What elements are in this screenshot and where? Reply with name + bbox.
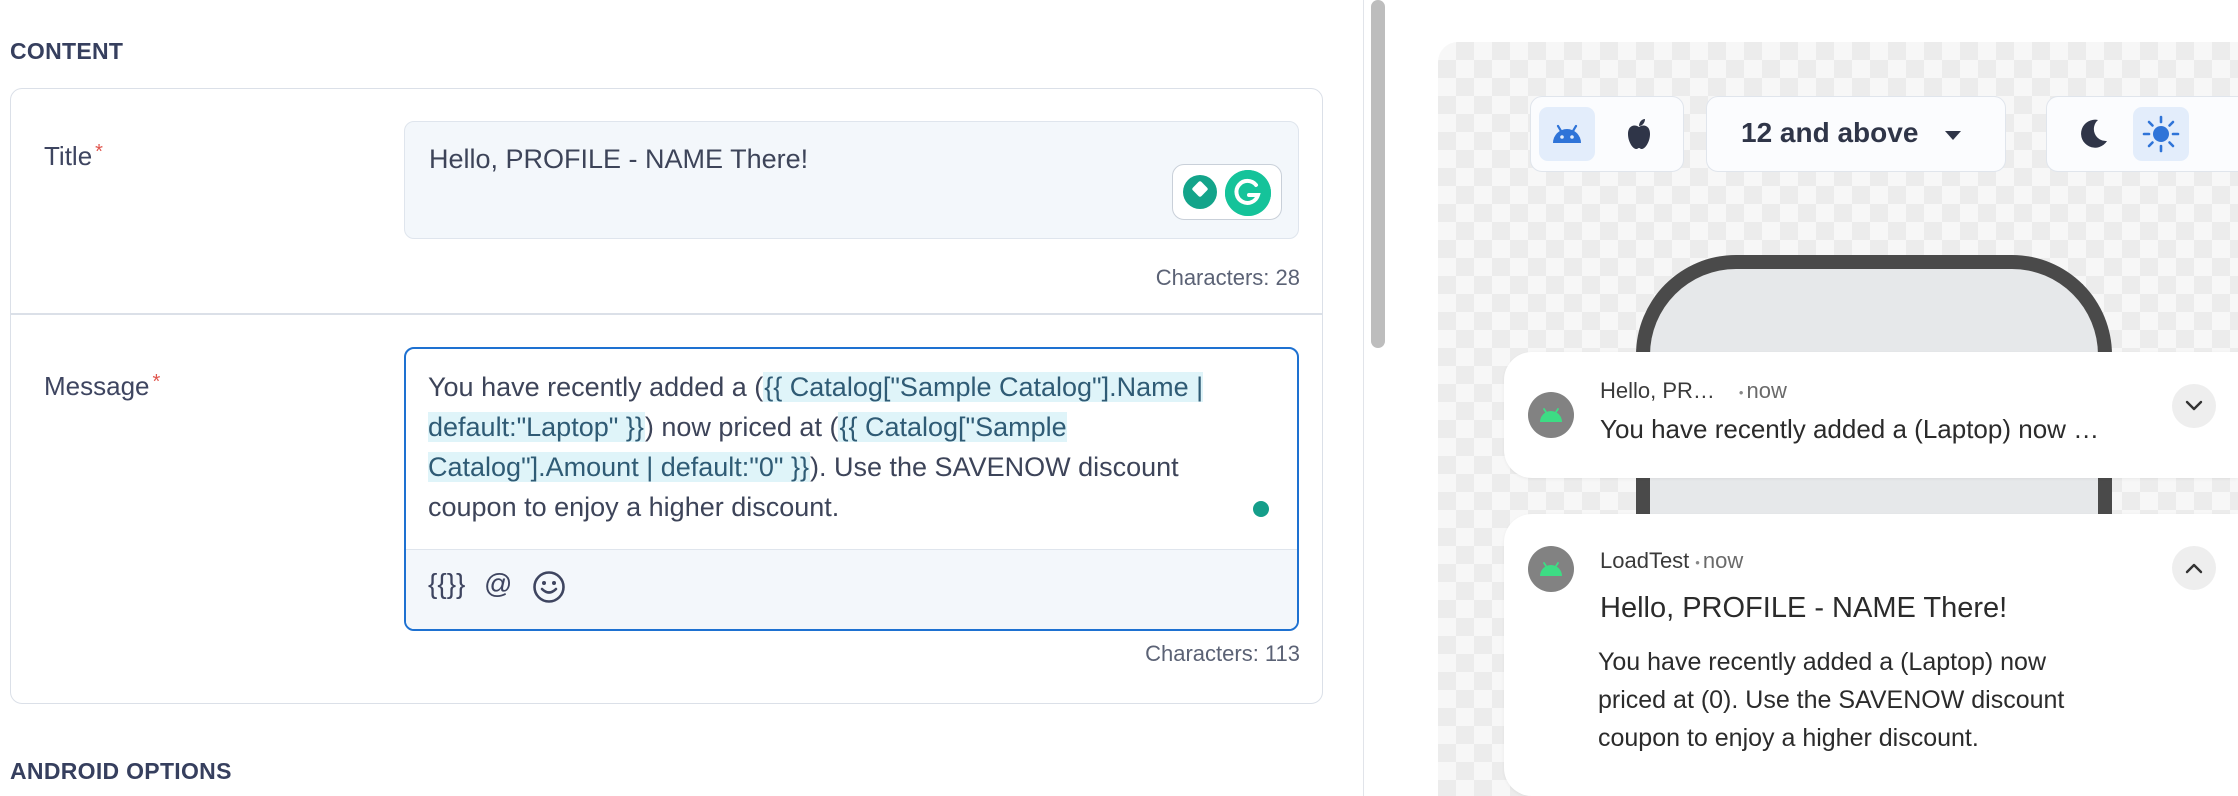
chevron-down-icon <box>1945 131 1961 140</box>
message-label: Message * <box>44 371 160 402</box>
title-label: Title * <box>44 141 103 172</box>
light-mode-button[interactable] <box>2133 107 2189 161</box>
sun-icon <box>2142 115 2180 153</box>
android-options-heading: ANDROID OPTIONS <box>10 758 232 784</box>
notification-header: LoadTestnow <box>1600 548 1743 574</box>
app-avatar <box>1528 392 1574 438</box>
message-toolbar: {{}} @ <box>406 549 1297 629</box>
title-char-count: Characters: 28 <box>1155 265 1300 290</box>
scrollbar[interactable] <box>1363 0 1385 796</box>
notification-app-name: LoadTest <box>1600 548 1690 573</box>
android-icon <box>1540 562 1562 576</box>
message-label-text: Message <box>44 371 150 401</box>
title-label-text: Title <box>44 141 93 171</box>
collapse-button[interactable] <box>2172 546 2216 590</box>
content-heading: CONTENT <box>10 38 124 64</box>
notification-app-name: Hello, PR… <box>1600 378 1715 403</box>
apple-icon <box>1628 119 1650 149</box>
notification-body-line: priced at (0). Use the SAVENOW discount <box>1598 686 2065 714</box>
message-char-count: Characters: 113 <box>1145 641 1300 666</box>
notification-header: Hello, PR… now <box>1600 378 1787 404</box>
notification-time: now <box>1695 548 1743 573</box>
android-icon <box>1553 124 1581 143</box>
platform-toggle <box>1530 96 1684 172</box>
required-mark: * <box>95 141 103 163</box>
title-input[interactable]: Hello, PROFILE - NAME There! <box>404 121 1299 239</box>
app-avatar <box>1528 546 1574 592</box>
notification-collapsed[interactable]: Hello, PR… now You have recently added a … <box>1504 352 2238 478</box>
grammarly-status-dot[interactable] <box>1253 501 1269 517</box>
message-text-segment: ) now priced at ( <box>644 412 839 442</box>
personalize-button[interactable]: {{}} <box>428 568 465 600</box>
mention-button[interactable]: @ <box>484 568 512 600</box>
row-divider <box>11 313 1322 315</box>
android-version-value: 12 and above <box>1741 117 1919 148</box>
message-text-segment: You have recently added a ( <box>428 372 764 402</box>
notification-time: now <box>1739 378 1787 403</box>
content-card: Title * Hello, PROFILE - NAME There! Char… <box>10 88 1323 704</box>
notification-body: You have recently added a (Laptop) now … <box>1600 414 2100 444</box>
preview-pane: 12 and above Hello, PR…• now You have re… <box>1386 0 2238 796</box>
theme-toggle <box>2046 96 2238 172</box>
dark-mode-button[interactable] <box>2065 107 2121 161</box>
emoji-icon[interactable] <box>532 570 566 611</box>
notification-body-line: You have recently added a (Laptop) now <box>1598 648 2047 676</box>
chevron-up-icon <box>2185 563 2203 574</box>
android-icon <box>1540 408 1562 422</box>
notification-body-line: coupon to enjoy a higher discount. <box>1598 724 1979 752</box>
notification-title: Hello, PROFILE - NAME There! <box>1600 592 2008 624</box>
title-input-value: Hello, PROFILE - NAME There! <box>429 144 809 174</box>
grammarly-suggestion-icon[interactable] <box>1183 175 1217 209</box>
chevron-down-icon <box>2185 400 2203 411</box>
notification-expanded[interactable]: LoadTestnow Hello, PROFILE - NAME There!… <box>1504 514 2238 796</box>
expand-button[interactable] <box>2172 384 2216 428</box>
ios-platform-button[interactable] <box>1611 107 1667 161</box>
moon-icon <box>2081 119 2107 148</box>
scrollbar-thumb[interactable] <box>1371 0 1385 348</box>
grammarly-icon[interactable] <box>1225 170 1271 216</box>
android-version-select[interactable]: 12 and above <box>1706 96 2006 172</box>
editor-pane: CONTENT Title * Hello, PROFILE - NAME The… <box>0 0 1365 796</box>
android-platform-button[interactable] <box>1539 107 1595 161</box>
message-input[interactable]: You have recently added a ({{ Catalog["S… <box>404 347 1299 631</box>
required-mark: * <box>152 371 161 393</box>
grammarly-widget[interactable] <box>1172 164 1282 220</box>
message-input-value[interactable]: You have recently added a ({{ Catalog["S… <box>428 367 1248 527</box>
